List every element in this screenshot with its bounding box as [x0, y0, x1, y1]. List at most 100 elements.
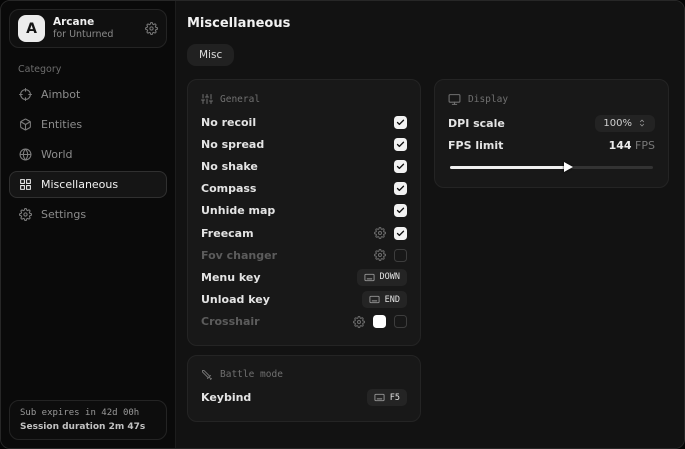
sub-expires-text: Sub expires in 42d 00h — [20, 408, 156, 418]
unhide-map-checkbox[interactable] — [394, 204, 407, 217]
sidebar-item-aimbot[interactable]: Aimbot — [9, 81, 167, 108]
keyboard-icon — [364, 272, 375, 283]
general-panel-title: General — [220, 94, 260, 105]
display-panel: Display DPI scale 100% FPS limit 144 — [434, 79, 669, 188]
keybind-value: END — [385, 295, 400, 305]
display-panel-title: Display — [468, 94, 508, 105]
main-area: Miscellaneous Misc General No recoilNo s… — [176, 1, 684, 448]
content: General No recoilNo spreadNo shakeCompas… — [187, 79, 669, 422]
monitor-icon — [448, 93, 461, 106]
battle-rows: Keybind F5 — [201, 387, 407, 409]
subscription-info: Sub expires in 42d 00h Session duration … — [9, 400, 167, 440]
sidebar-item-label: Miscellaneous — [41, 178, 118, 191]
sidebar-item-entities[interactable]: Entities — [9, 111, 167, 138]
unload-key-keybind-button[interactable]: END — [362, 291, 407, 308]
globe-icon — [19, 148, 32, 161]
dpi-scale-value: 100% — [603, 118, 632, 129]
fov-changer-checkbox[interactable] — [394, 249, 407, 262]
keybind-keybind-button[interactable]: F5 — [367, 389, 407, 406]
fps-limit-value: 144 FPS — [609, 139, 655, 152]
sidebar-item-settings[interactable]: Settings — [9, 201, 167, 228]
freecam-checkbox[interactable] — [394, 227, 407, 240]
gear-icon[interactable] — [145, 22, 158, 35]
keybind-row: Keybind F5 — [201, 387, 407, 409]
sword-icon — [201, 369, 213, 381]
compass-row: Compass — [201, 178, 407, 200]
unhide-map-label: Unhide map — [201, 204, 275, 217]
keybind-value: DOWN — [380, 272, 400, 282]
row-controls: DOWN — [357, 269, 407, 286]
sidebar: A Arcane for Unturned Category AimbotEnt… — [1, 1, 176, 448]
row-controls — [394, 182, 407, 195]
no-spread-row: No spread — [201, 133, 407, 155]
fov-changer-row: Fov changer — [201, 244, 407, 266]
no-spread-checkbox[interactable] — [394, 138, 407, 151]
gear-icon[interactable] — [374, 227, 386, 239]
gear-icon — [19, 208, 32, 221]
menu-key-label: Menu key — [201, 271, 261, 284]
display-panel-header: Display — [448, 93, 655, 106]
keyboard-icon — [374, 392, 385, 403]
battle-mode-panel: Battle mode Keybind F5 — [187, 355, 421, 422]
crosshair-row: Crosshair — [201, 311, 407, 333]
sidebar-item-label: Aimbot — [41, 88, 80, 101]
compass-checkbox[interactable] — [394, 182, 407, 195]
unhide-map-row: Unhide map — [201, 200, 407, 222]
fps-limit-row: FPS limit 144 FPS — [448, 134, 655, 156]
gear-icon[interactable] — [374, 249, 386, 261]
row-controls — [374, 227, 407, 240]
sliders-icon — [201, 93, 213, 105]
fps-limit-slider[interactable] — [450, 166, 653, 169]
session-duration-text: Session duration 2m 47s — [20, 422, 156, 432]
no-recoil-checkbox[interactable] — [394, 116, 407, 129]
sidebar-item-label: Entities — [41, 118, 82, 131]
row-controls — [394, 204, 407, 217]
keybind-label: Keybind — [201, 391, 251, 404]
freecam-label: Freecam — [201, 227, 254, 240]
sidebar-item-label: World — [41, 148, 73, 161]
app-subtitle: for Unturned — [53, 29, 113, 41]
dpi-scale-select[interactable]: 100% — [595, 115, 655, 132]
row-controls: F5 — [367, 389, 407, 406]
row-controls — [394, 160, 407, 173]
menu-key-row: Menu key DOWN — [201, 266, 407, 288]
app-title-block: Arcane for Unturned — [53, 16, 113, 41]
unload-key-row: Unload key END — [201, 289, 407, 311]
slider-fill — [450, 166, 568, 169]
general-panel-header: General — [201, 93, 407, 105]
crosshair-label: Crosshair — [201, 315, 260, 328]
fov-changer-label: Fov changer — [201, 249, 277, 262]
crosshair-color-swatch[interactable] — [373, 315, 386, 328]
crosshair-checkbox[interactable] — [394, 315, 407, 328]
gear-icon[interactable] — [353, 316, 365, 328]
general-rows: No recoilNo spreadNo shakeCompassUnhide … — [201, 111, 407, 333]
no-shake-checkbox[interactable] — [394, 160, 407, 173]
tab-bar: Misc — [187, 44, 669, 66]
row-controls — [353, 315, 407, 328]
tab-misc[interactable]: Misc — [187, 44, 234, 66]
keybind-value: F5 — [390, 393, 400, 403]
keyboard-icon — [369, 294, 380, 305]
battle-panel-title: Battle mode — [220, 369, 283, 380]
sidebar-item-label: Settings — [41, 208, 86, 221]
row-controls — [394, 116, 407, 129]
left-column: General No recoilNo spreadNo shakeCompas… — [187, 79, 421, 422]
row-controls — [374, 249, 407, 262]
sidebar-item-miscellaneous[interactable]: Miscellaneous — [9, 171, 167, 198]
sidebar-item-world[interactable]: World — [9, 141, 167, 168]
row-controls: END — [362, 291, 407, 308]
chevrons-up-down-icon — [637, 118, 647, 128]
compass-label: Compass — [201, 182, 256, 195]
freecam-row: Freecam — [201, 222, 407, 244]
fps-number: 144 — [609, 139, 632, 152]
dpi-scale-row: DPI scale 100% — [448, 112, 655, 134]
fps-limit-label: FPS limit — [448, 139, 503, 152]
slider-thumb[interactable] — [564, 162, 573, 172]
crosshair-icon — [19, 88, 32, 101]
unload-key-label: Unload key — [201, 293, 270, 306]
app-window: A Arcane for Unturned Category AimbotEnt… — [0, 0, 685, 449]
menu-key-keybind-button[interactable]: DOWN — [357, 269, 407, 286]
dpi-scale-label: DPI scale — [448, 117, 505, 130]
no-shake-row: No shake — [201, 155, 407, 177]
app-logo: A — [18, 15, 45, 42]
